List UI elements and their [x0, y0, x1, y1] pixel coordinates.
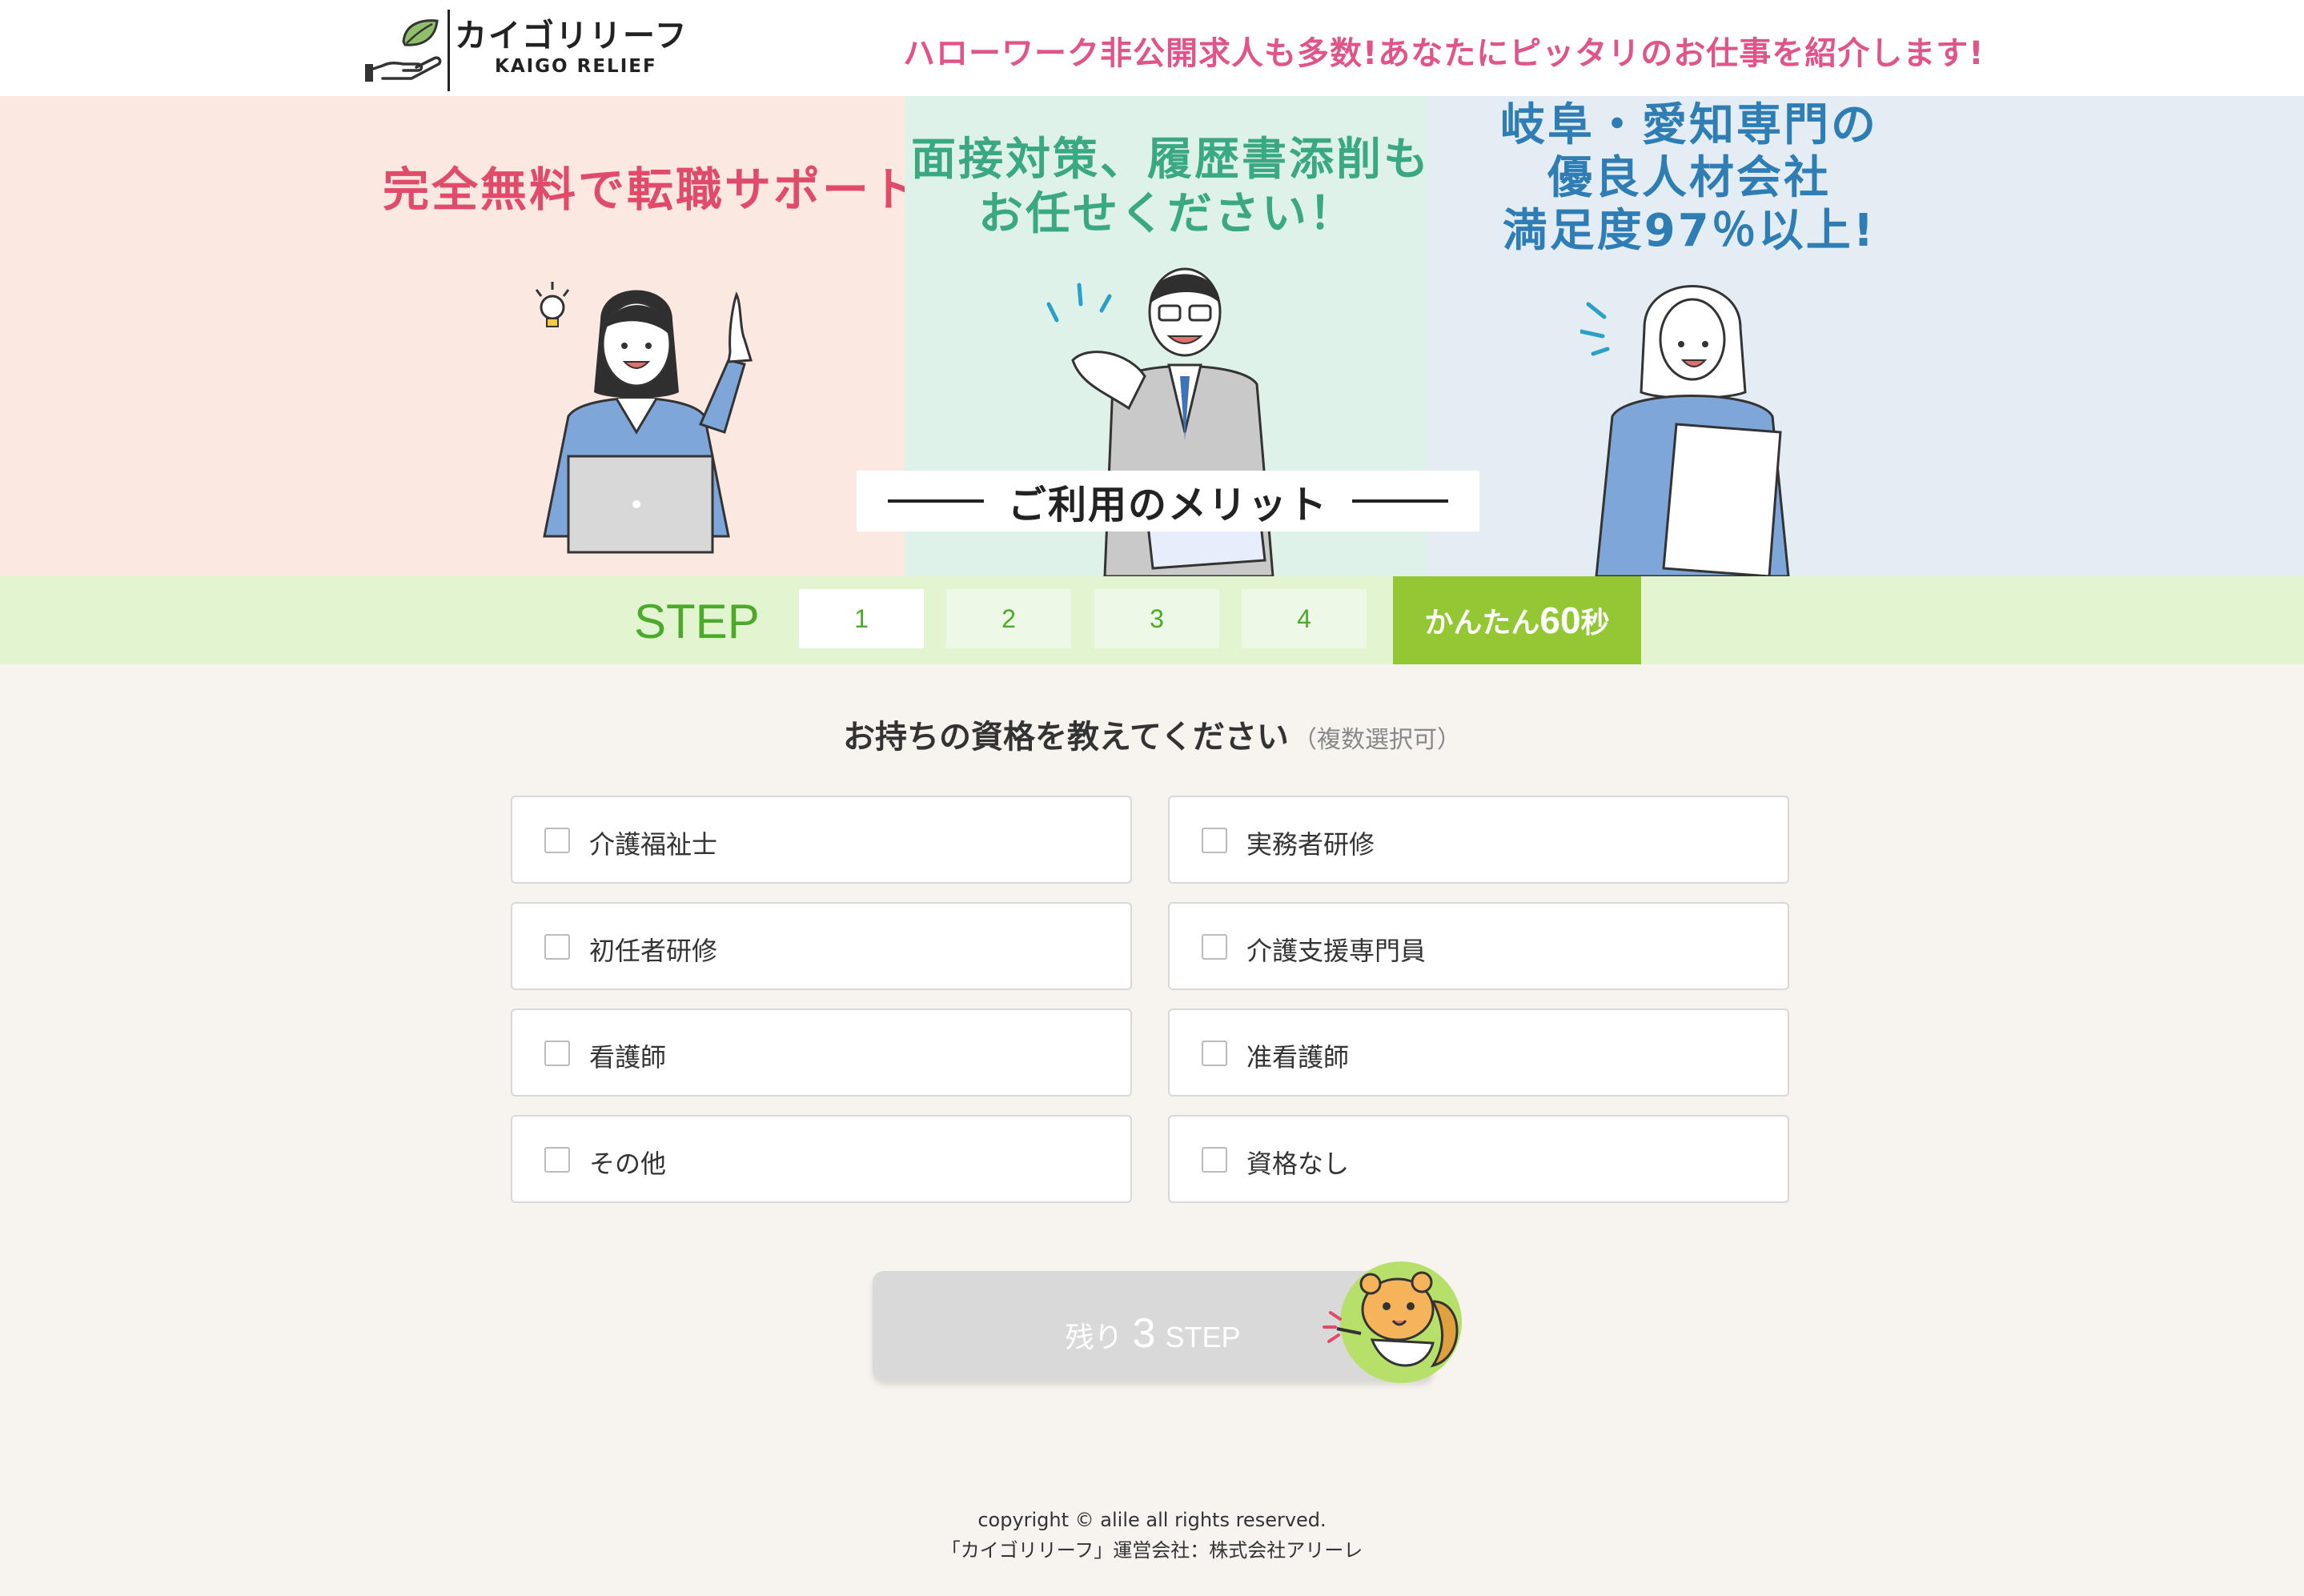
- merit-line-right: [1352, 499, 1448, 503]
- hero-heading-interview-support: 面接対策、履歴書添削も お任せください！: [911, 133, 1428, 242]
- question-note: （複数選択可）: [1292, 726, 1461, 754]
- step-indicator-3: 3: [1094, 589, 1219, 648]
- next-button-text-pre: 残り: [1065, 1321, 1123, 1354]
- step-indicator-4: 4: [1242, 589, 1367, 648]
- option-other[interactable]: その他: [511, 1115, 1132, 1203]
- hero-panel-regional: 岐阜・愛知専門の 優良人材会社 満足度97％以上!: [1428, 96, 2304, 576]
- option-label: 資格なし: [1246, 1149, 1350, 1179]
- option-kaigo-shien-senmonin[interactable]: 介護支援専門員: [1168, 902, 1789, 990]
- option-shoninsha-kenshu[interactable]: 初任者研修: [511, 902, 1132, 990]
- hero-panel-free-support: 完全無料で転職サポート: [0, 96, 905, 576]
- option-label: 看護師: [589, 1042, 667, 1073]
- next-button-number: 3: [1132, 1310, 1156, 1357]
- option-label: 初任者研修: [589, 936, 718, 966]
- easy-60-seconds-badge: かんたん 60 秒: [1393, 576, 1641, 664]
- option-label: 実務者研修: [1246, 829, 1375, 860]
- merit-line-left: [887, 499, 984, 503]
- option-label: 介護福祉士: [589, 829, 718, 860]
- woman-laptop-illustration: [535, 282, 753, 554]
- footer: copyright © alile all rights reserved. 「…: [0, 1505, 2304, 1566]
- checkbox[interactable]: [544, 934, 570, 960]
- option-jitsumusha-kenshu[interactable]: 実務者研修: [1168, 796, 1789, 884]
- option-label: 准看護師: [1246, 1042, 1350, 1073]
- step-indicator-1: 1: [799, 589, 924, 648]
- step-progress-bar: STEP 1 2 3 4 かんたん 60 秒: [0, 576, 2304, 664]
- option-label: 介護支援専門員: [1246, 936, 1427, 966]
- logo[interactable]: カイゴリリーフ KAIGO RELIEF: [365, 6, 687, 91]
- next-button-text-post: STEP: [1165, 1321, 1241, 1353]
- step-label: STEP: [634, 595, 760, 648]
- badge-text-post: 秒: [1580, 607, 1610, 640]
- option-junkangoshi[interactable]: 准看護師: [1168, 1009, 1789, 1097]
- logo-divider: [448, 10, 450, 91]
- option-no-qualification[interactable]: 資格なし: [1168, 1115, 1789, 1203]
- option-label: その他: [589, 1149, 667, 1179]
- checkbox[interactable]: [1202, 1147, 1227, 1173]
- step-indicator-2: 2: [946, 589, 1071, 648]
- hero-heading-line: 満足度97％以上!: [1502, 205, 1877, 257]
- hero-heading-line: 岐阜・愛知専門の: [1500, 99, 1878, 151]
- squirrel-mascot-icon: [1323, 1261, 1462, 1383]
- option-kaigo-fukushishi[interactable]: 介護福祉士: [511, 796, 1132, 884]
- badge-text-number: 60: [1539, 600, 1581, 641]
- hero-heading-regional: 岐阜・愛知専門の 優良人材会社 満足度97％以上!: [1465, 99, 1913, 258]
- checkbox[interactable]: [1202, 1041, 1227, 1066]
- checkbox[interactable]: [1202, 828, 1227, 853]
- checkbox[interactable]: [544, 1041, 570, 1066]
- checkbox[interactable]: [544, 1147, 570, 1173]
- header-tagline: ハローワーク非公開求人も多数!あなたにピッタリのお仕事を紹介します!: [903, 35, 1985, 72]
- logo-title: カイゴリリーフ: [455, 18, 688, 54]
- badge-text-pre: かんたん: [1424, 607, 1540, 640]
- checkbox[interactable]: [1202, 934, 1227, 960]
- hero-heading-line: 面接対策、履歴書添削も: [911, 134, 1428, 186]
- logo-subtitle: KAIGO RELIEF: [495, 56, 657, 77]
- option-kangoshi[interactable]: 看護師: [511, 1009, 1132, 1097]
- hero-heading-line: 優良人材会社: [1547, 152, 1831, 204]
- question-heading: お持ちの資格を教えてください （複数選択可）: [0, 711, 2304, 757]
- checkbox[interactable]: [544, 828, 570, 853]
- hero-heading-free-support: 完全無料で転職サポート: [383, 162, 905, 217]
- woman-document-illustration: [1580, 285, 1790, 576]
- hero-banner: 完全無料で転職サポート 面接対策、履歴書添削も お任せください！ 岐阜・愛知専門…: [0, 96, 2304, 576]
- merit-title-box: ご利用のメリット: [857, 471, 1479, 531]
- question-title: お持ちの資格を教えてください: [843, 719, 1289, 756]
- merit-title: ご利用のメリット: [1007, 483, 1328, 527]
- leaf-hand-icon: [365, 19, 442, 82]
- site-header: カイゴリリーフ KAIGO RELIEF ハローワーク非公開求人も多数!あなたに…: [0, 0, 2304, 96]
- footer-company: 「カイゴリリーフ」運営会社：株式会社アリーレ: [941, 1539, 1363, 1562]
- footer-copyright: copyright © alile all rights reserved.: [977, 1509, 1327, 1531]
- hero-heading-line: お任せください！: [978, 188, 1356, 240]
